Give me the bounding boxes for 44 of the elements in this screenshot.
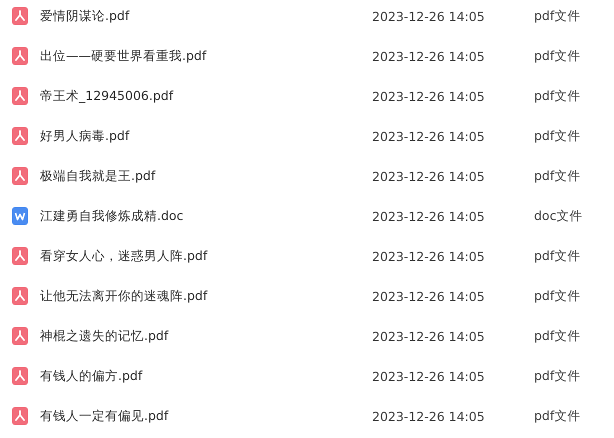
modified-date: 2023-12-26 14:05 bbox=[372, 48, 486, 64]
file-name[interactable]: 让他无法离开你的迷魂阵.pdf bbox=[40, 288, 360, 304]
file-type: pdf文件 bbox=[534, 128, 582, 144]
pdf-icon bbox=[12, 7, 28, 25]
pdf-icon bbox=[12, 47, 28, 65]
file-type: pdf文件 bbox=[534, 408, 582, 424]
file-name[interactable]: 爱情阴谋论.pdf bbox=[40, 8, 360, 24]
modified-date: 2023-12-26 14:05 bbox=[372, 88, 486, 104]
pdf-icon bbox=[12, 287, 28, 305]
file-name[interactable]: 极端自我就是王.pdf bbox=[40, 168, 360, 184]
modified-date: 2023-12-26 14:05 bbox=[372, 168, 486, 184]
modified-date: 2023-12-26 14:05 bbox=[372, 208, 486, 224]
pdf-icon bbox=[12, 367, 28, 385]
modified-date: 2023-12-26 14:05 bbox=[372, 128, 486, 144]
file-type: pdf文件 bbox=[534, 288, 582, 304]
pdf-icon bbox=[12, 247, 28, 265]
file-type: pdf文件 bbox=[534, 328, 582, 344]
modified-date: 2023-12-26 14:05 bbox=[372, 408, 486, 424]
file-type: pdf文件 bbox=[534, 248, 582, 264]
file-name[interactable]: 神棍之遗失的记忆.pdf bbox=[40, 328, 360, 344]
file-type: pdf文件 bbox=[534, 88, 582, 104]
modified-date: 2023-12-26 14:05 bbox=[372, 8, 486, 24]
file-name[interactable]: 看穿女人心，迷惑男人阵.pdf bbox=[40, 248, 360, 264]
modified-date: 2023-12-26 14:05 bbox=[372, 288, 486, 304]
modified-date: 2023-12-26 14:05 bbox=[372, 328, 486, 344]
pdf-icon bbox=[12, 127, 28, 145]
pdf-icon bbox=[12, 87, 28, 105]
file-name[interactable]: 帝王术_12945006.pdf bbox=[40, 88, 360, 104]
modified-date: 2023-12-26 14:05 bbox=[372, 248, 486, 264]
file-name[interactable]: 江建勇自我修炼成精.doc bbox=[40, 208, 360, 224]
file-type: doc文件 bbox=[534, 208, 584, 224]
modified-date: 2023-12-26 14:05 bbox=[372, 368, 486, 384]
file-type: pdf文件 bbox=[534, 368, 582, 384]
pdf-icon bbox=[12, 167, 28, 185]
document-icon bbox=[12, 207, 28, 225]
file-type: pdf文件 bbox=[534, 48, 582, 64]
pdf-icon bbox=[12, 327, 28, 345]
file-type: pdf文件 bbox=[534, 168, 582, 184]
file-type: pdf文件 bbox=[534, 8, 582, 24]
file-name[interactable]: 有钱人一定有偏见.pdf bbox=[40, 408, 360, 424]
file-name[interactable]: 出位——硬要世界看重我.pdf bbox=[40, 48, 360, 64]
file-name[interactable]: 有钱人的偏方.pdf bbox=[40, 368, 360, 384]
pdf-icon bbox=[12, 407, 28, 425]
file-name[interactable]: 好男人病毒.pdf bbox=[40, 128, 360, 144]
